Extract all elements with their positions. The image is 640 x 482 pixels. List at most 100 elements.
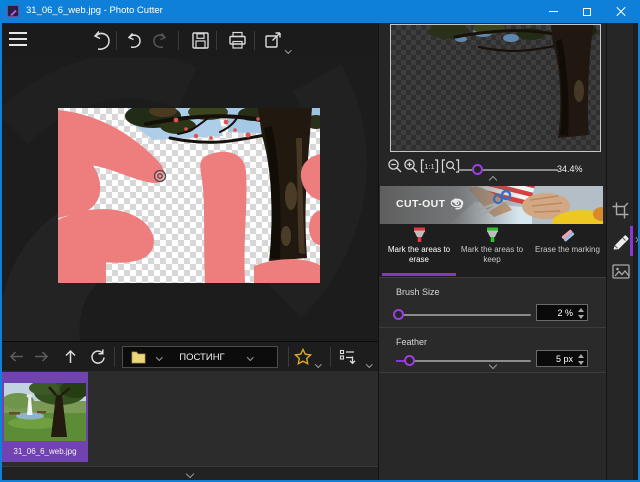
chevron-up-icon xyxy=(489,176,497,184)
close-icon xyxy=(616,7,626,17)
share-dropdown-caret[interactable] xyxy=(286,39,291,57)
image-icon xyxy=(612,264,630,279)
svg-text:1:1: 1:1 xyxy=(424,162,434,171)
folder-selector[interactable]: ПОСТИНГ xyxy=(122,346,278,368)
share-icon xyxy=(263,30,284,51)
tab-mark-erase[interactable]: Mark the areas to erase xyxy=(382,224,456,277)
refresh-icon xyxy=(89,348,107,366)
chevron-down-icon xyxy=(366,361,372,367)
brush-size-section: Brush Size 2 % xyxy=(379,277,607,327)
share-button[interactable] xyxy=(261,28,285,52)
effects-tool-button[interactable] xyxy=(612,264,630,279)
image-with-markup xyxy=(58,108,320,283)
zoom-out-button[interactable] xyxy=(387,158,403,174)
chevron-down-icon xyxy=(285,47,291,53)
close-button[interactable] xyxy=(604,0,638,23)
reset-undo-icon[interactable] xyxy=(450,197,464,210)
zoom-100-button[interactable]: 1:1 xyxy=(420,158,439,174)
view-options-button[interactable] xyxy=(339,348,357,366)
list-view-icon xyxy=(339,348,357,366)
tab-erase-marking[interactable]: Erase the marking xyxy=(528,224,607,277)
brush-size-value: 2 % xyxy=(557,308,573,318)
print-button[interactable] xyxy=(225,28,249,52)
tab-mark-keep[interactable]: Mark the areas to keep xyxy=(456,224,528,277)
thumbnail-selected[interactable]: 31_06_6_web.jpg xyxy=(2,372,88,462)
view-options-dropdown[interactable] xyxy=(367,353,372,371)
zoom-fit-button[interactable] xyxy=(441,158,460,174)
crop-tool-button[interactable] xyxy=(611,201,630,220)
print-icon xyxy=(227,30,248,51)
brush-size-slider-knob[interactable] xyxy=(393,309,404,320)
more-options-button[interactable] xyxy=(379,362,607,372)
cutout-tool-button[interactable] xyxy=(611,232,631,252)
brush-size-slider-track[interactable] xyxy=(396,314,531,316)
star-icon xyxy=(294,348,312,366)
maximize-button[interactable] xyxy=(570,0,604,23)
right-panel: 1:1 34.4% xyxy=(378,23,606,480)
cutout-banner: CUT-OUT xyxy=(380,186,603,224)
folder-name: ПОСТИНГ xyxy=(167,352,237,363)
feather-label: Feather xyxy=(396,337,427,347)
arrow-right-icon xyxy=(33,348,50,365)
chevron-down-icon xyxy=(489,361,497,369)
zoom-slider-knob[interactable] xyxy=(472,164,483,175)
back-button[interactable] xyxy=(8,348,25,365)
forward-button[interactable] xyxy=(33,348,50,365)
panel-expander[interactable] xyxy=(633,23,638,480)
tab-label: Mark the areas to erase xyxy=(382,245,456,264)
save-button[interactable] xyxy=(188,28,212,52)
tab-label: Erase the marking xyxy=(532,245,603,255)
window-title: 31_06_6_web.jpg - Photo Cutter xyxy=(26,5,163,16)
chevron-down-icon xyxy=(247,354,253,360)
undo-button[interactable] xyxy=(122,28,146,52)
chevron-down-icon xyxy=(156,354,162,360)
undo-history-button[interactable] xyxy=(89,28,113,52)
arrow-left-icon xyxy=(8,348,25,365)
edited-image[interactable] xyxy=(58,108,320,283)
zoom-out-icon xyxy=(387,158,403,174)
green-marker-icon xyxy=(484,227,501,243)
maximize-icon xyxy=(583,8,591,16)
zoom-in-icon xyxy=(403,158,419,174)
chevron-down-icon xyxy=(315,361,321,367)
refresh-button[interactable] xyxy=(89,348,107,366)
favorites-dropdown[interactable] xyxy=(316,353,321,371)
preview-collapse-button[interactable] xyxy=(379,177,607,186)
favorites-button[interactable] xyxy=(294,348,312,366)
active-tab-underline xyxy=(382,273,456,276)
filmstrip-collapse-bar[interactable] xyxy=(2,466,378,480)
zoom-in-button[interactable] xyxy=(403,158,419,174)
eraser-icon xyxy=(559,227,576,243)
menu-button[interactable] xyxy=(9,32,27,46)
marker-pen-icon xyxy=(611,232,631,252)
redo-button[interactable] xyxy=(148,28,172,52)
minimize-button[interactable] xyxy=(536,0,570,23)
app-icon xyxy=(7,5,19,17)
filmstrip: 31_06_6_web.jpg xyxy=(2,371,378,466)
brush-size-label: Brush Size xyxy=(396,287,440,297)
thumbnail-filename: 31_06_6_web.jpg xyxy=(2,447,88,456)
editor-canvas[interactable] xyxy=(2,58,378,341)
spinner-up-icon xyxy=(578,308,584,312)
red-marker-icon xyxy=(411,227,428,243)
preview-area: 1:1 34.4% xyxy=(379,23,607,186)
brush-size-value-box[interactable]: 2 % xyxy=(536,304,588,321)
redo-icon xyxy=(149,29,171,51)
zoom-value: 34.4% xyxy=(557,164,601,174)
crop-icon xyxy=(611,201,630,220)
undo-arc-icon xyxy=(89,28,113,52)
brush-size-spinner[interactable] xyxy=(576,307,585,320)
arrow-up-icon xyxy=(62,348,79,365)
undo-icon xyxy=(123,29,145,51)
spinner-up-icon xyxy=(578,354,584,358)
title-bar: 31_06_6_web.jpg - Photo Cutter xyxy=(2,0,638,23)
cutout-title: CUT-OUT xyxy=(396,198,445,210)
browse-toolbar: ПОСТИНГ xyxy=(2,341,378,371)
side-toolbar xyxy=(606,23,633,480)
up-folder-button[interactable] xyxy=(62,348,79,365)
fit-to-window-icon xyxy=(441,158,460,174)
spinner-down-icon xyxy=(578,315,584,319)
app-frame: 31_06_6_web.jpg - Photo Cutter xyxy=(2,0,638,480)
tab-label: Mark the areas to keep xyxy=(456,245,528,264)
folder-icon xyxy=(131,350,146,364)
